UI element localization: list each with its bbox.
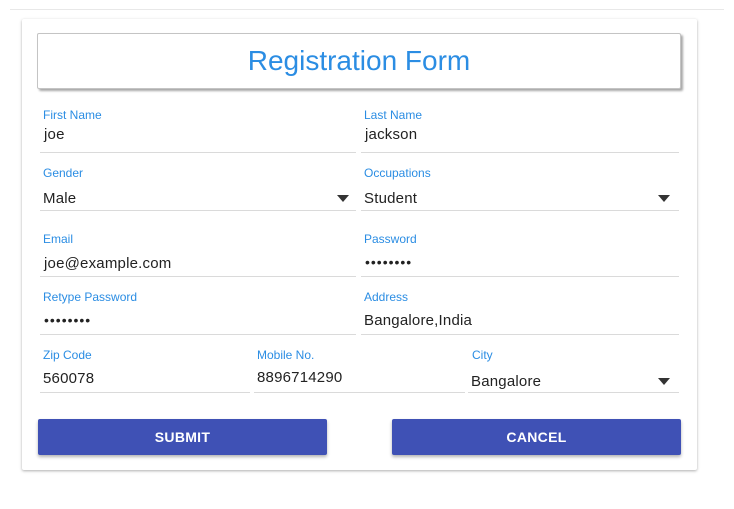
email-input[interactable]: joe@example.com xyxy=(44,255,171,272)
retype-password-underline xyxy=(40,334,356,335)
password-label: Password xyxy=(364,232,417,246)
mobile-label: Mobile No. xyxy=(257,348,315,362)
gender-value[interactable]: Male xyxy=(43,190,76,207)
chevron-down-icon[interactable] xyxy=(658,378,670,385)
last-name-label: Last Name xyxy=(364,108,423,122)
occupations-select[interactable]: Occupations Student xyxy=(361,166,679,211)
retype-password-input[interactable]: •••••••• xyxy=(44,312,91,328)
last-name-field[interactable]: Last Name jackson xyxy=(361,108,679,153)
cancel-button[interactable]: CANCEL xyxy=(392,419,681,455)
zip-code-input[interactable]: 560078 xyxy=(43,370,94,387)
page-title: Registration Form xyxy=(247,45,471,76)
email-underline xyxy=(40,276,356,277)
form-header: Registration Form xyxy=(37,33,681,89)
gender-underline xyxy=(40,210,356,211)
city-label: City xyxy=(472,348,493,362)
mobile-input[interactable]: 8896714290 xyxy=(257,369,342,386)
gender-select[interactable]: Gender Male xyxy=(40,166,356,211)
first-name-input[interactable]: joe xyxy=(44,126,65,143)
occupations-label: Occupations xyxy=(364,166,431,180)
password-input[interactable]: •••••••• xyxy=(365,254,412,270)
address-input[interactable]: Bangalore,India xyxy=(364,312,472,329)
first-name-underline xyxy=(40,152,356,153)
chevron-down-icon[interactable] xyxy=(658,195,670,202)
gender-label: Gender xyxy=(43,166,84,180)
city-underline xyxy=(468,392,679,393)
address-underline xyxy=(361,334,679,335)
last-name-input[interactable]: jackson xyxy=(365,126,417,143)
occupations-value[interactable]: Student xyxy=(364,190,417,207)
address-label: Address xyxy=(364,290,409,304)
password-field[interactable]: Password •••••••• xyxy=(361,232,679,277)
city-select[interactable]: City Bangalore xyxy=(468,348,679,393)
zip-code-label: Zip Code xyxy=(43,348,92,362)
chevron-down-icon[interactable] xyxy=(337,195,349,202)
password-underline xyxy=(361,276,679,277)
registration-card: Registration Form First Name joe Last Na… xyxy=(22,19,697,470)
retype-password-field[interactable]: Retype Password •••••••• xyxy=(40,290,356,335)
city-value[interactable]: Bangalore xyxy=(471,373,541,390)
mobile-underline xyxy=(254,392,465,393)
first-name-label: First Name xyxy=(43,108,102,122)
email-field[interactable]: Email joe@example.com xyxy=(40,232,356,277)
last-name-underline xyxy=(361,152,679,153)
occupations-underline xyxy=(361,210,679,211)
top-divider xyxy=(10,9,724,10)
submit-button[interactable]: SUBMIT xyxy=(38,419,327,455)
email-label: Email xyxy=(43,232,74,246)
zip-code-underline xyxy=(40,392,250,393)
address-field[interactable]: Address Bangalore,India xyxy=(361,290,679,335)
zip-code-field[interactable]: Zip Code 560078 xyxy=(40,348,250,393)
first-name-field[interactable]: First Name joe xyxy=(40,108,356,153)
mobile-field[interactable]: Mobile No. 8896714290 xyxy=(254,348,465,393)
retype-password-label: Retype Password xyxy=(43,290,138,304)
